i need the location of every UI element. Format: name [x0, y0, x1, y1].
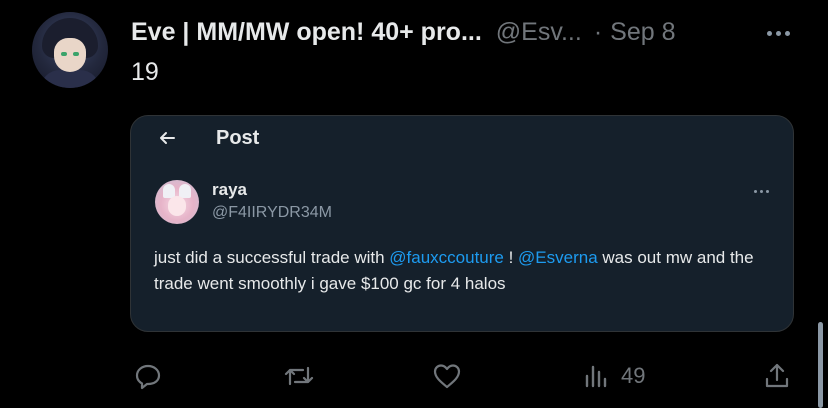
repost-button[interactable] [283, 352, 315, 400]
avatar-face [168, 196, 186, 216]
author-avatar[interactable] [32, 12, 108, 88]
quoted-post-title: Post [216, 127, 260, 149]
author-display-name[interactable]: Eve | MM/MW open! 40+ pro... [131, 18, 482, 47]
quoted-author-handle[interactable]: @F4IIRYDR34M [212, 204, 332, 222]
quoted-text: just did a successful trade with [154, 248, 390, 267]
avatar-coat [40, 70, 100, 88]
share-button[interactable] [763, 352, 791, 400]
tweet-header: Eve | MM/MW open! 40+ pro... @Esv... · S… [131, 14, 676, 50]
reply-bubble-icon [134, 362, 162, 390]
quoted-author-name[interactable]: raya [212, 180, 247, 200]
more-dot [766, 190, 769, 193]
more-dot [754, 190, 757, 193]
quoted-text: ! [503, 248, 519, 267]
quoted-post-body: just did a successful trade with @fauxcc… [154, 245, 774, 297]
scrollbar[interactable] [818, 322, 823, 408]
reply-button[interactable] [134, 352, 162, 400]
header-separator: · [593, 17, 603, 46]
more-dot [760, 190, 763, 193]
quoted-more-icon[interactable] [754, 190, 769, 193]
author-handle[interactable]: @Esv... [496, 18, 582, 47]
more-dot [784, 30, 790, 36]
quoted-author-avatar[interactable] [155, 180, 199, 224]
quoted-post-topbar: Post [131, 116, 793, 162]
tweet-date[interactable]: Sep 8 [610, 18, 675, 47]
avatar-face [54, 38, 86, 72]
avatar-eye [73, 52, 79, 56]
share-upload-icon [763, 362, 791, 390]
bar-chart-icon [583, 362, 611, 390]
arrow-left-icon[interactable] [157, 128, 177, 154]
action-bar: 49 [0, 352, 828, 400]
heart-icon [432, 362, 462, 390]
quoted-post-card[interactable]: Post raya @F4IIRYDR34M just did a succes… [130, 115, 794, 332]
more-options-icon[interactable] [762, 21, 794, 45]
avatar-eye [61, 52, 67, 56]
views-count: 49 [621, 363, 646, 388]
views-button[interactable]: 49 [583, 352, 645, 400]
mention-link[interactable]: @fauxccouture [389, 248, 504, 267]
tweet-text: 19 [131, 58, 159, 86]
repost-arrows-icon [283, 362, 315, 390]
mention-link[interactable]: @Esverna [518, 248, 598, 267]
more-dot [766, 30, 772, 36]
more-dot [775, 30, 781, 36]
like-button[interactable] [432, 352, 462, 400]
